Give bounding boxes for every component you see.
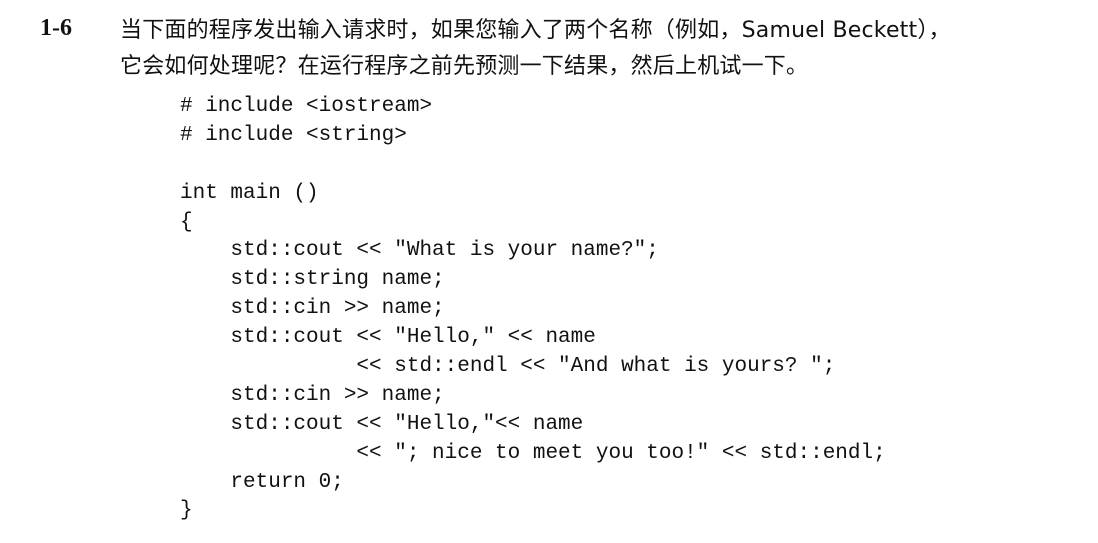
code-line: { xyxy=(180,210,193,234)
code-line: # include <string> xyxy=(180,123,407,147)
code-line: std::string name; xyxy=(180,268,445,292)
code-line: return 0; xyxy=(180,470,344,494)
code-line: int main () xyxy=(180,181,319,205)
code-line: std::cout << "Hello," << name xyxy=(180,326,596,350)
code-line: << std::endl << "And what is yours? "; xyxy=(180,355,836,379)
exercise-question: 当下面的程序发出输入请求时，如果您输入了两个名称（例如，Samuel Becke… xyxy=(120,13,1080,85)
code-line: std::cout << "What is your name?"; xyxy=(180,239,659,263)
code-line: std::cout << "Hello,"<< name xyxy=(180,412,584,436)
exercise-block: 1-6 当下面的程序发出输入请求时，如果您输入了两个名称（例如，Samuel B… xyxy=(0,0,1098,543)
code-line: std::cin >> name; xyxy=(180,297,445,321)
code-line: } xyxy=(180,499,193,523)
question-line: 它会如何处理呢？在运行程序之前先预测一下结果，然后上机试一下。 xyxy=(120,54,809,79)
code-listing: # include <iostream> # include <string> in… xyxy=(180,93,886,526)
code-line: std::cin >> name; xyxy=(180,383,445,407)
code-line: << "; nice to meet you too!" << std::end… xyxy=(180,441,886,465)
question-line: 当下面的程序发出输入请求时，如果您输入了两个名称（例如，Samuel Becke… xyxy=(120,18,951,43)
exercise-number: 1-6 xyxy=(40,15,72,41)
code-line: # include <iostream> xyxy=(180,95,433,118)
